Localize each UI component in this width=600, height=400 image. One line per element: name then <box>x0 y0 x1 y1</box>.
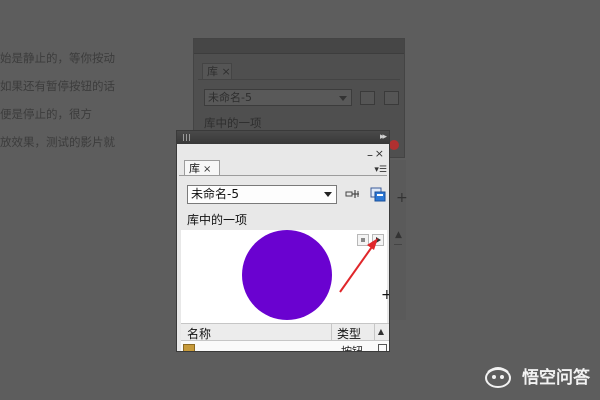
background-line: 始是静止的，等你按动 <box>0 51 115 65</box>
background-article-text: 始是静止的，等你按动 如果还有暂停按钮的话 便是停止的，很方 放效果，测试的影片… <box>0 44 160 156</box>
panel-titlebar[interactable]: ▸▸ <box>177 131 389 144</box>
background-sort-icon: ▲ <box>395 230 402 240</box>
divider <box>331 324 332 340</box>
divider <box>198 79 400 80</box>
close-button[interactable]: × <box>375 148 384 159</box>
background-line: 如果还有暂停按钮的话 <box>0 79 115 93</box>
plus-icon: + <box>381 288 389 302</box>
tab-close-icon[interactable]: × <box>203 164 211 175</box>
column-header-name[interactable]: 名称 <box>187 325 211 342</box>
column-header-type[interactable]: 类型 <box>337 325 361 342</box>
background-tab-label: 库 <box>207 65 218 78</box>
panel-menu-icon[interactable]: ▾☰ <box>374 166 387 175</box>
button-symbol-icon <box>183 344 195 351</box>
document-select[interactable]: 未命名-5 <box>187 185 337 204</box>
list-item[interactable]: ... 按钮 <box>181 341 389 352</box>
collapse-to-icons-button[interactable]: ▸▸ <box>380 131 387 144</box>
background-library-tab: 库 × <box>202 63 232 79</box>
background-panel-titlebar <box>194 39 404 54</box>
library-panel: ▸▸ 库× – × ▾☰ 未命名-5 库中的一项 + 名称 <box>176 130 390 352</box>
pin-library-icon[interactable] <box>345 186 361 202</box>
document-select-value: 未命名-5 <box>191 187 239 201</box>
background-new-library-icon <box>384 91 399 105</box>
sort-up-icon[interactable]: ▲ <box>374 324 387 340</box>
background-line: 便是停止的，很方 <box>0 107 92 121</box>
watermark-text: 悟空问答 <box>522 368 590 388</box>
chevron-down-icon <box>324 192 332 197</box>
wukong-logo-icon <box>485 367 512 388</box>
library-list-header: 名称 类型 ▲ <box>181 323 389 341</box>
divider <box>179 175 387 176</box>
background-plus-icon: + <box>396 190 408 206</box>
symbol-preview-area: + <box>181 230 389 323</box>
new-library-panel-icon[interactable] <box>370 186 386 202</box>
background-pin-icon <box>360 91 375 105</box>
watermark: 悟空问答 <box>484 364 590 392</box>
minimize-button[interactable]: – <box>367 149 373 161</box>
background-document-select: 未命名-5 <box>204 89 352 106</box>
background-items-label: 库中的一项 <box>204 116 262 130</box>
background-line: 放效果，测试的影片就 <box>0 135 115 149</box>
background-tab-close-icon: × <box>221 65 231 78</box>
scrollbar[interactable] <box>378 344 387 351</box>
annotation-arrow <box>339 238 378 293</box>
list-item-type: 按钮 <box>341 345 363 352</box>
background-panel-edge: + ▲ <box>390 160 408 320</box>
drag-grip-icon[interactable] <box>183 134 191 141</box>
divider <box>394 244 402 245</box>
panel-tab-strip: 库 × – × ▾☰ <box>177 144 389 176</box>
tab-library[interactable]: 库 × <box>184 160 220 176</box>
library-item-count-label: 库中的一项 <box>187 213 248 227</box>
background-red-dot <box>389 140 399 150</box>
list-item-name: ... <box>199 343 210 352</box>
tab-label: 库 <box>189 162 200 175</box>
